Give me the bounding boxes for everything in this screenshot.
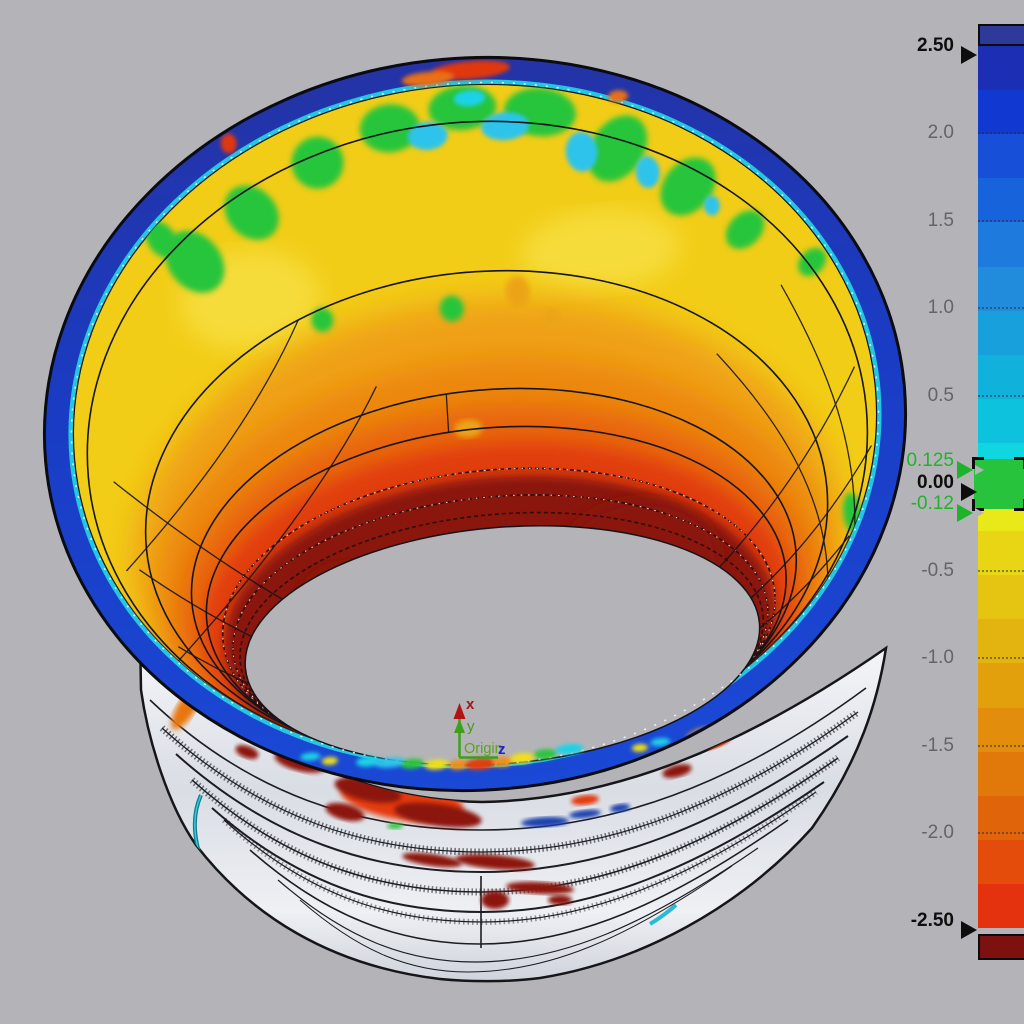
scale-label--1.5: -1.5	[824, 736, 954, 756]
scale-arrow-black[interactable]	[961, 483, 977, 501]
scale-gridline	[978, 832, 1024, 834]
scale-band	[978, 311, 1024, 356]
scale-gridline	[978, 395, 1024, 397]
scale-band	[978, 46, 1024, 91]
scale-gridline	[978, 745, 1024, 747]
out-of-range-high-swatch[interactable]	[978, 24, 1024, 46]
scale-band	[978, 355, 1024, 400]
scale-band	[978, 752, 1024, 797]
scale-label--0.5: -0.5	[824, 561, 954, 581]
scale-band	[978, 90, 1024, 135]
scale-label--0.12: -0.12	[824, 494, 954, 514]
scale-arrow-green-hollow	[975, 508, 984, 518]
scale-arrow-green-hollow	[975, 465, 984, 475]
scale-band	[978, 840, 1024, 885]
scale-gridline	[978, 132, 1024, 134]
scale-band	[978, 134, 1024, 179]
scale-band	[978, 267, 1024, 312]
scale-gridline	[978, 220, 1024, 222]
scale-gridline	[978, 657, 1024, 659]
out-of-range-low-swatch[interactable]	[978, 934, 1024, 960]
scale-band	[978, 399, 1024, 444]
scale-label-0.125: 0.125	[824, 451, 954, 471]
wheel-rim-model[interactable]	[14, 22, 937, 981]
scale-arrow-black[interactable]	[961, 46, 977, 64]
scale-band	[978, 178, 1024, 223]
scale-label--2.50: -2.50	[824, 911, 954, 931]
scale-band	[978, 663, 1024, 708]
scale-label-0.00: 0.00	[824, 473, 954, 493]
scale-label--2.0: -2.0	[824, 823, 954, 843]
scale-label-1.0: 1.0	[824, 298, 954, 318]
scale-label-2.0: 2.0	[824, 123, 954, 143]
x-axis-label: x	[466, 696, 475, 713]
scale-arrow-green[interactable]	[957, 461, 973, 479]
scale-gridline	[978, 570, 1024, 572]
scale-band	[978, 222, 1024, 267]
origin-label: Origin	[464, 741, 503, 757]
scale-label-1.5: 1.5	[824, 211, 954, 231]
selection-corner-icon	[1014, 499, 1024, 511]
scale-arrow-green[interactable]	[957, 504, 973, 522]
scale-label-0.5: 0.5	[824, 386, 954, 406]
cad-viewport[interactable]: x y Origin z 2.502.01.51.00.50.1250.00-0…	[0, 0, 1024, 1024]
z-axis-label: z	[498, 741, 506, 758]
scale-band	[978, 884, 1024, 929]
scale-label-2.50: 2.50	[824, 36, 954, 56]
scale-arrow-black[interactable]	[961, 921, 977, 939]
scale-band	[978, 575, 1024, 620]
selection-corner-icon	[1014, 457, 1024, 469]
scale-label--1.0: -1.0	[824, 648, 954, 668]
y-axis-label: y	[467, 718, 475, 735]
scale-gridline	[978, 307, 1024, 309]
